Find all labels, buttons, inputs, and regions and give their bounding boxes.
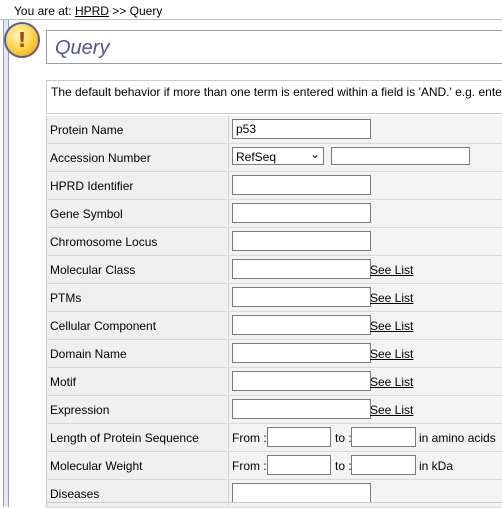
info-box: The default behavior if more than one te… <box>46 80 502 114</box>
molecular-class-input[interactable] <box>232 259 371 279</box>
chromosome-locus-input[interactable] <box>232 231 371 251</box>
info-text: The default behavior if more than one te… <box>51 85 502 99</box>
label-molecular-weight: Molecular Weight <box>50 459 143 473</box>
breadcrumb-separator: >> <box>108 4 130 18</box>
label-hprd-identifier: HPRD Identifier <box>50 179 134 193</box>
label-motif: Motif <box>50 375 77 389</box>
title-box: Query <box>46 30 502 64</box>
hprd-identifier-input[interactable] <box>232 175 371 195</box>
row-protein-name: Protein Name p53 <box>47 116 502 144</box>
breadcrumb-current: Query <box>129 4 163 18</box>
label-protein-length: Length of Protein Sequence <box>50 431 199 445</box>
weight-from-label: From : <box>232 459 267 473</box>
label-molecular-class: Molecular Class <box>50 263 136 277</box>
row-molecular-weight: Molecular Weight From : to : in kDa <box>47 452 502 480</box>
weight-to-input[interactable] <box>351 455 416 475</box>
expression-see-list-link[interactable]: See List <box>370 403 413 417</box>
row-accession-number: Accession Number RefSeq ⌄ <box>47 144 502 172</box>
row-gene-symbol: Gene Symbol <box>47 200 502 228</box>
diseases-input[interactable] <box>232 483 371 503</box>
expression-input[interactable] <box>232 399 371 419</box>
breadcrumb-home-link[interactable]: HPRD <box>75 4 109 18</box>
query-form: Protein Name p53 Accession Number RefSeq… <box>46 116 502 508</box>
label-expression: Expression <box>50 403 110 417</box>
accession-type-select[interactable]: RefSeq ⌄ <box>232 147 324 165</box>
ptms-see-list-link[interactable]: See List <box>370 291 413 305</box>
row-ptms: PTMs See List <box>47 284 502 312</box>
label-ptms: PTMs <box>50 291 82 305</box>
accession-type-value: RefSeq <box>236 150 277 164</box>
row-protein-length: Length of Protein Sequence From : to : i… <box>47 424 502 452</box>
motif-input[interactable] <box>232 371 371 391</box>
cellular-component-see-list-link[interactable]: See List <box>370 319 413 333</box>
accession-number-input[interactable] <box>331 147 470 165</box>
row-molecular-class: Molecular Class See List <box>47 256 502 284</box>
weight-unit-label: in kDa <box>419 459 454 473</box>
domain-name-input[interactable] <box>232 343 371 363</box>
label-chromosome-locus: Chromosome Locus <box>50 235 158 249</box>
weight-to-label: to : <box>335 459 352 473</box>
length-unit-label: in amino acids <box>419 431 496 445</box>
breadcrumb-prefix: You are at: <box>14 4 75 18</box>
row-cellular-component: Cellular Component See List <box>47 312 502 340</box>
label-domain-name: Domain Name <box>50 347 127 361</box>
warning-icon: ! <box>4 22 40 58</box>
length-to-input[interactable] <box>351 427 416 447</box>
domain-name-see-list-link[interactable]: See List <box>370 347 413 361</box>
row-domain-name: Domain Name See List <box>47 340 502 368</box>
form-bottom-border <box>46 502 502 508</box>
left-frame-bar <box>3 20 9 507</box>
label-accession-number: Accession Number <box>50 151 151 165</box>
row-chromosome-locus: Chromosome Locus <box>47 228 502 256</box>
gene-symbol-input[interactable] <box>232 203 371 223</box>
label-cellular-component: Cellular Component <box>50 319 157 333</box>
breadcrumb: You are at: HPRD >> Query <box>0 0 502 20</box>
length-from-input[interactable] <box>267 427 331 447</box>
chevron-down-icon: ⌄ <box>309 147 320 161</box>
row-motif: Motif See List <box>47 368 502 396</box>
label-gene-symbol: Gene Symbol <box>50 207 123 221</box>
row-hprd-identifier: HPRD Identifier <box>47 172 502 200</box>
label-diseases: Diseases <box>50 487 100 501</box>
length-to-label: to : <box>335 431 352 445</box>
protein-name-input[interactable]: p53 <box>232 119 371 139</box>
row-expression: Expression See List <box>47 396 502 424</box>
ptms-input[interactable] <box>232 287 371 307</box>
length-from-label: From : <box>232 431 267 445</box>
weight-from-input[interactable] <box>267 455 331 475</box>
page-title: Query <box>55 37 110 59</box>
motif-see-list-link[interactable]: See List <box>370 375 413 389</box>
molecular-class-see-list-link[interactable]: See List <box>370 263 413 277</box>
cellular-component-input[interactable] <box>232 315 371 335</box>
label-protein-name: Protein Name <box>50 123 124 137</box>
